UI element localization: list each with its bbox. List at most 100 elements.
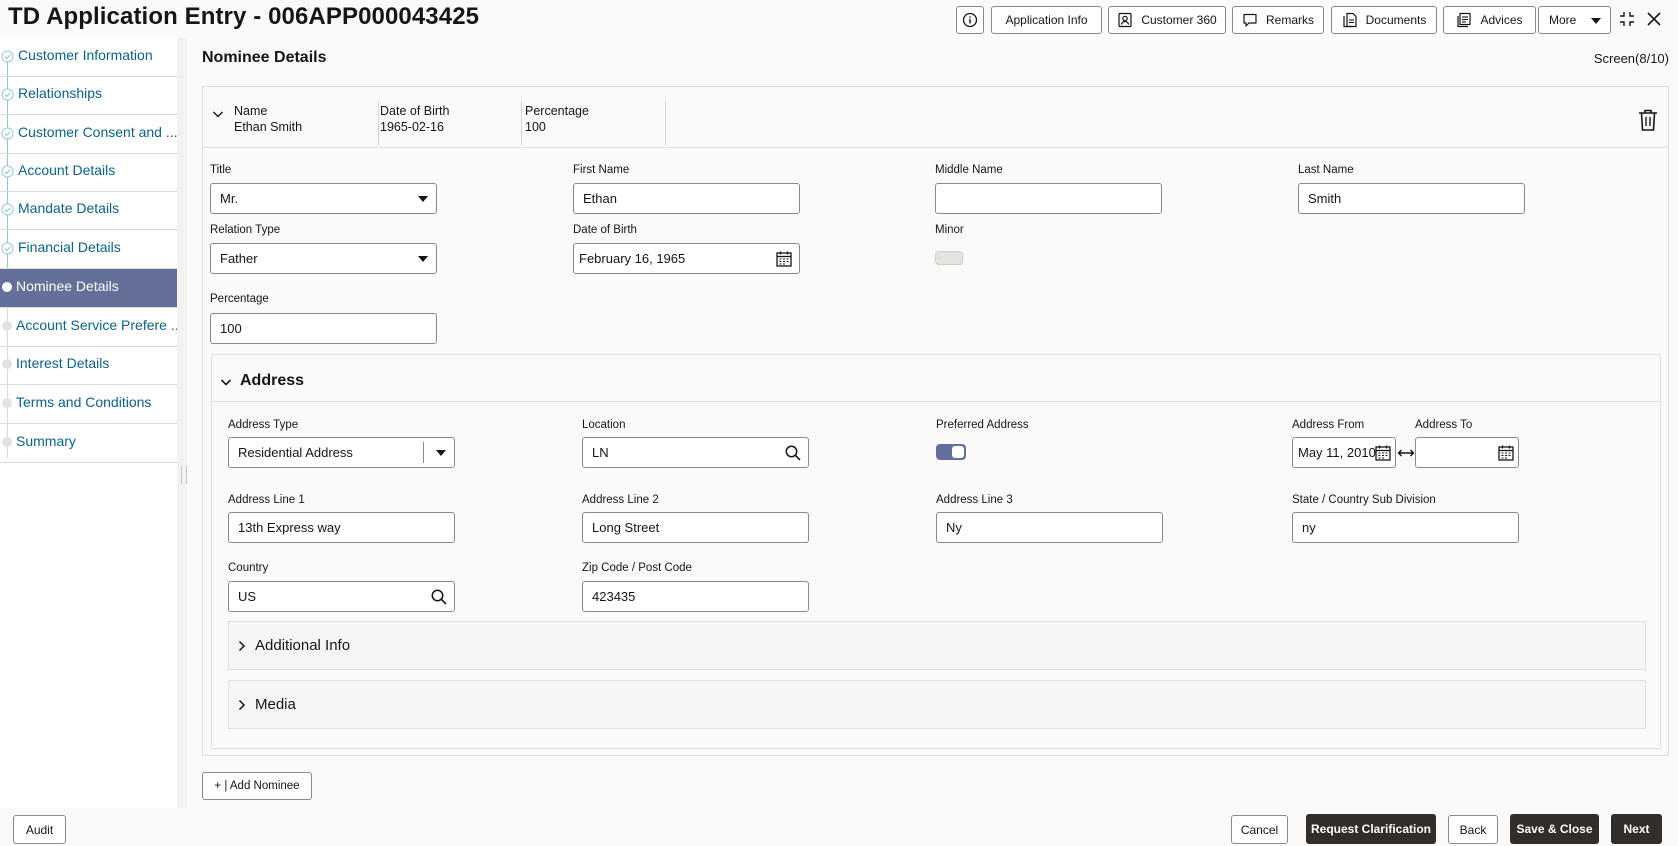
address-line-3-input[interactable]: Ny — [936, 512, 1163, 543]
search-icon[interactable] — [784, 444, 802, 462]
page-title: TD Application Entry - 006APP000043425 — [8, 3, 480, 30]
advices-label: Advices — [1480, 13, 1523, 27]
request-clarification-button[interactable]: Request Clarification — [1306, 814, 1436, 844]
pending-step-icon — [2, 437, 12, 447]
address-line-2-value: Long Street — [592, 520, 660, 535]
first-name-input[interactable]: Ethan — [573, 183, 800, 214]
address-type-select[interactable]: Residential Address — [228, 437, 455, 468]
more-dropdown[interactable]: More — [1538, 6, 1611, 34]
zip-code-value: 423435 — [592, 589, 636, 604]
sidebar-item-mandate-details[interactable]: Mandate Details — [0, 191, 187, 230]
calendar-icon[interactable] — [1497, 444, 1515, 462]
minor-label: Minor — [935, 224, 964, 236]
remarks-label: Remarks — [1265, 13, 1314, 27]
next-button[interactable]: Next — [1611, 814, 1662, 844]
location-input[interactable]: LN — [582, 437, 809, 468]
state-value: ny — [1302, 520, 1316, 535]
zip-code-label: Zip Code / Post Code — [582, 562, 692, 574]
title-label: Title — [210, 164, 232, 176]
check-circle-icon — [1, 203, 14, 216]
sidebar-divider — [177, 38, 187, 808]
documents-button[interactable]: Documents — [1331, 6, 1437, 34]
chevron-down-icon[interactable] — [220, 376, 232, 388]
divider — [378, 101, 379, 145]
application-info-button[interactable]: Application Info — [991, 6, 1102, 34]
range-arrow-icon — [1397, 449, 1415, 457]
state-label: State / Country Sub Division — [1292, 494, 1436, 506]
sidebar-item-account-details[interactable]: Account Details — [0, 153, 187, 192]
address-to-label: Address To — [1415, 419, 1473, 431]
sidebar-item-customer-consent[interactable]: Customer Consent and ... — [0, 115, 187, 154]
address-type-label: Address Type — [228, 419, 299, 431]
sidebar: Customer Information Relationships Custo… — [0, 38, 187, 808]
last-name-value: Smith — [1308, 191, 1342, 206]
sidebar-item-summary[interactable]: Summary — [0, 424, 187, 463]
sidebar-item-terms-and-conditions[interactable]: Terms and Conditions — [0, 385, 187, 424]
address-line-1-input[interactable]: 13th Express way — [228, 512, 455, 543]
address-line-3-label: Address Line 3 — [936, 494, 1013, 506]
divider — [665, 101, 666, 145]
address-to-input[interactable] — [1415, 437, 1519, 468]
collapse-icon[interactable] — [1617, 9, 1637, 29]
current-step-icon — [2, 282, 12, 292]
sidebar-item-nominee-details[interactable]: Nominee Details — [0, 269, 187, 308]
first-name-label: First Name — [573, 164, 630, 176]
trash-icon[interactable] — [1635, 107, 1661, 133]
minor-toggle[interactable] — [935, 251, 963, 265]
back-button[interactable]: Back — [1448, 815, 1498, 844]
country-input[interactable]: US — [228, 581, 455, 612]
relation-type-label: Relation Type — [210, 224, 281, 236]
zip-code-input[interactable]: 423435 — [582, 581, 809, 612]
address-line-1-label: Address Line 1 — [228, 494, 305, 506]
chevron-down-icon[interactable] — [212, 108, 224, 120]
calendar-icon[interactable] — [1374, 444, 1392, 462]
summary-percentage: Percentage 100 — [525, 103, 589, 135]
cancel-button[interactable]: Cancel — [1231, 815, 1288, 844]
percentage-input[interactable]: 100 — [210, 313, 437, 344]
last-name-input[interactable]: Smith — [1298, 183, 1525, 214]
add-nominee-button[interactable]: + | Add Nominee — [202, 772, 312, 800]
dropdown-caret-icon — [418, 256, 428, 262]
close-icon[interactable] — [1644, 9, 1664, 29]
sidebar-resize-handle[interactable] — [181, 466, 187, 484]
dob-input[interactable]: February 16, 1965 — [573, 243, 800, 274]
check-circle-icon — [1, 127, 14, 140]
divider — [423, 442, 424, 463]
title-value: Mr. — [220, 191, 239, 206]
sidebar-item-label: Customer Information — [18, 47, 153, 63]
address-from-input[interactable]: May 11, 2010 — [1292, 437, 1396, 468]
address-line-2-input[interactable]: Long Street — [582, 512, 809, 543]
middle-name-label: Middle Name — [935, 164, 1003, 176]
more-label: More — [1549, 13, 1577, 27]
state-input[interactable]: ny — [1292, 512, 1519, 543]
preferred-address-toggle[interactable] — [936, 444, 966, 460]
sidebar-item-label: Account Service Prefere ... — [16, 317, 183, 333]
sidebar-item-label: Terms and Conditions — [16, 394, 152, 410]
relation-type-select[interactable]: Father — [210, 243, 437, 274]
address-title: Address — [240, 372, 305, 389]
title-select[interactable]: Mr. — [210, 183, 437, 214]
sidebar-item-relationships[interactable]: Relationships — [0, 76, 187, 115]
divider — [212, 401, 1660, 402]
sidebar-item-financial-details[interactable]: Financial Details — [0, 230, 187, 269]
summary-percentage-label: Percentage — [525, 104, 589, 118]
advices-button[interactable]: Advices — [1443, 6, 1536, 34]
sidebar-item-interest-details[interactable]: Interest Details — [0, 346, 187, 385]
middle-name-input[interactable] — [935, 183, 1162, 214]
search-icon[interactable] — [430, 588, 448, 606]
calendar-icon[interactable] — [775, 250, 793, 268]
preferred-address-label: Preferred Address — [936, 419, 1029, 431]
info-button[interactable] — [956, 6, 984, 34]
sidebar-item-account-service-preferences[interactable]: Account Service Prefere ... — [0, 308, 187, 347]
media-panel[interactable]: Media — [228, 680, 1646, 729]
remarks-button[interactable]: Remarks — [1232, 6, 1324, 34]
sidebar-item-customer-information[interactable]: Customer Information — [0, 38, 187, 77]
additional-info-panel[interactable]: Additional Info — [228, 621, 1646, 670]
audit-button[interactable]: Audit — [13, 815, 66, 844]
summary-dob-value: 1965-02-16 — [380, 120, 444, 134]
screen-indicator: Screen(8/10) — [1593, 51, 1669, 66]
save-close-button[interactable]: Save & Close — [1510, 814, 1599, 844]
first-name-value: Ethan — [583, 191, 617, 206]
customer-360-button[interactable]: Customer 360 — [1108, 6, 1226, 34]
address-line-3-value: Ny — [946, 520, 962, 535]
